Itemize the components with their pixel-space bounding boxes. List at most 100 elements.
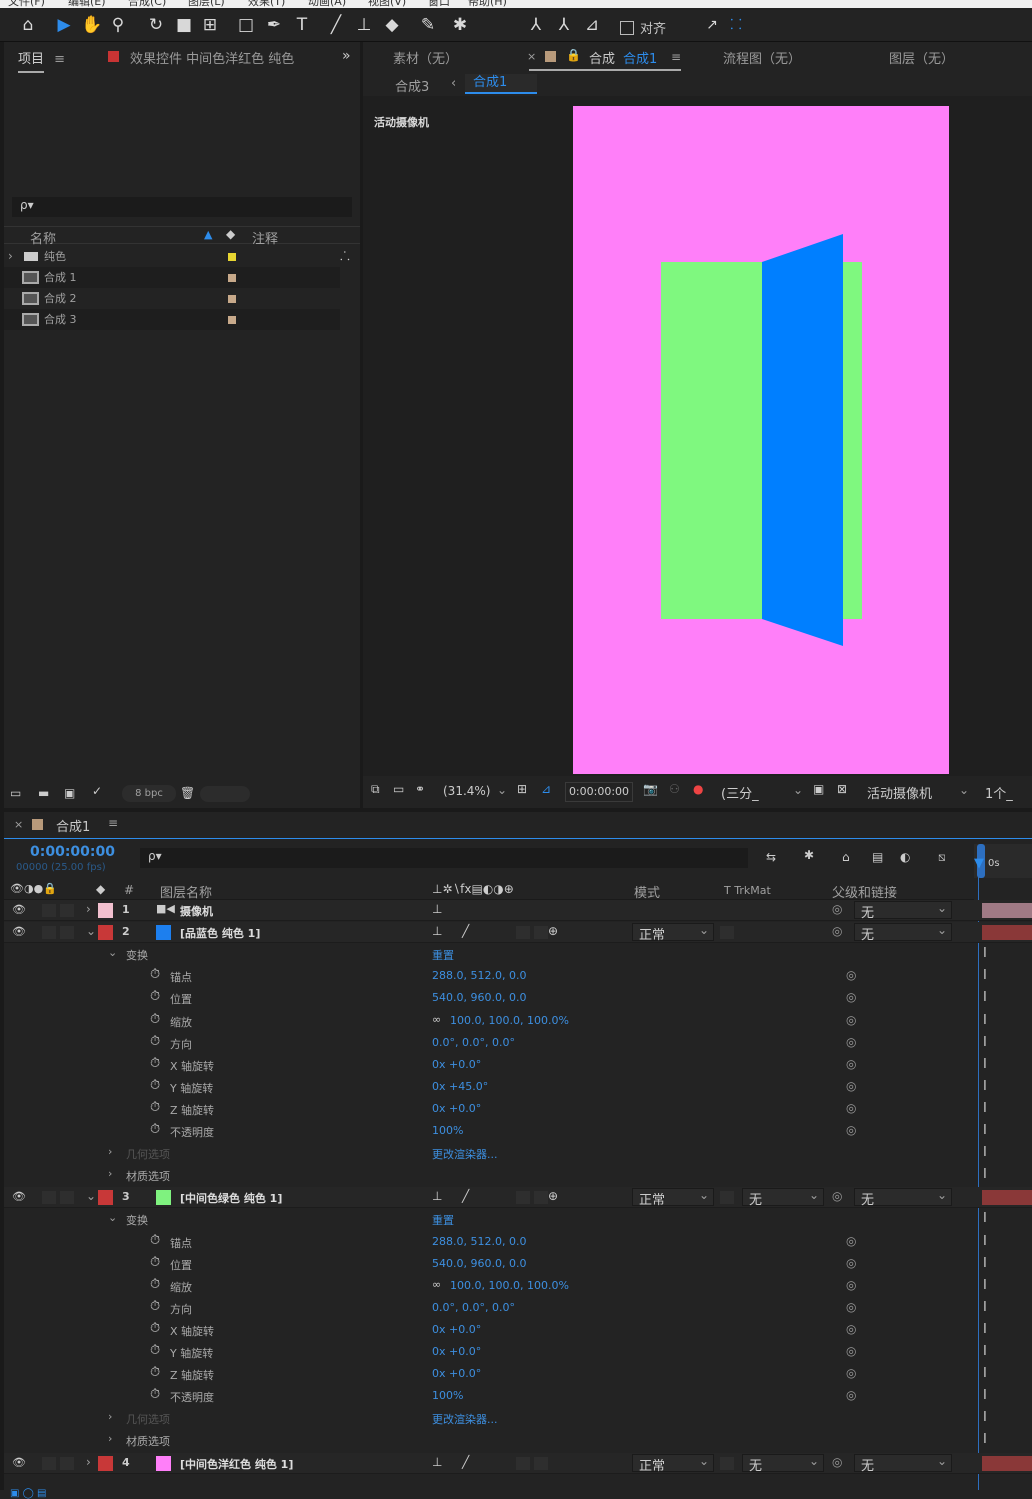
mode-select[interactable]: 正常 ⌄: [632, 923, 714, 943]
menu-item[interactable]: 编辑(E): [68, 0, 106, 8]
view-axis-icon[interactable]: ⊿: [580, 12, 604, 38]
shy-icon[interactable]: ⌂: [842, 850, 850, 864]
stopwatch-icon[interactable]: ⏱: [150, 1056, 160, 1071]
blue-solid-layer[interactable]: [573, 106, 949, 774]
motion-blur-icon[interactable]: ◐: [900, 850, 910, 864]
snap-options-icon[interactable]: ⸬: [724, 12, 748, 38]
tab-layer[interactable]: 图层（无）: [889, 48, 954, 78]
property-value[interactable]: 0.0°, 0.0°, 0.0°: [432, 1301, 515, 1314]
comp-frame[interactable]: [573, 106, 949, 774]
expression-pick-whip-icon[interactable]: ◎: [846, 1256, 856, 1270]
table-row[interactable]: 👁 › 1 ■◀ 摄像机 ⊥ ◎ 无 ⌄: [4, 900, 1032, 921]
property-value[interactable]: 540.0, 960.0, 0.0: [432, 991, 526, 1004]
lock-switch[interactable]: [60, 926, 74, 940]
parent-select[interactable]: 无 ⌄: [854, 1188, 952, 1208]
sort-arrow-icon[interactable]: ▲: [204, 228, 212, 241]
new-comp-icon[interactable]: ▣: [64, 786, 75, 800]
align-checkbox[interactable]: [620, 21, 634, 35]
stopwatch-icon[interactable]: ⏱: [150, 1255, 160, 1270]
solo-switch[interactable]: [42, 1191, 56, 1205]
menu-item[interactable]: 视图(V): [368, 0, 406, 8]
property-value[interactable]: 0.0°, 0.0°, 0.0°: [432, 1036, 515, 1049]
table-row[interactable]: ⏱ 缩放 ∞ 100.0, 100.0, 100.0% ◎: [4, 1011, 974, 1032]
stopwatch-icon[interactable]: ⏱: [150, 1277, 160, 1292]
grid-icon[interactable]: ⊠: [837, 782, 847, 796]
col-name-header[interactable]: 名称: [30, 228, 56, 247]
shy-switch-icon[interactable]: ⊥: [432, 902, 442, 916]
home-icon[interactable]: ⌂: [16, 12, 40, 38]
expression-pick-whip-icon[interactable]: ◎: [846, 1234, 856, 1248]
table-row[interactable]: ⏱ 位置 540.0, 960.0, 0.0 ◎: [4, 988, 974, 1009]
menu-icon[interactable]: ≡: [108, 816, 118, 830]
chevron-icon[interactable]: ›: [108, 1145, 112, 1158]
current-timecode[interactable]: 0:00:00:00: [30, 844, 115, 860]
flowchart-icon[interactable]: ⸫: [340, 246, 350, 267]
col-comment-header[interactable]: 注释: [252, 228, 278, 247]
table-row[interactable]: ⏱ 位置 540.0, 960.0, 0.0 ◎: [4, 1254, 974, 1275]
zoom-select[interactable]: (31.4%): [443, 784, 490, 798]
world-axis-icon[interactable]: ⅄: [552, 12, 576, 38]
chevron-down-icon[interactable]: ⌄: [793, 783, 803, 797]
property-value[interactable]: 288.0, 512.0, 0.0: [432, 1235, 526, 1248]
menu-icon[interactable]: ≡: [671, 50, 681, 64]
list-item[interactable]: 合成 3: [4, 309, 340, 330]
constrain-proportions-icon[interactable]: ∞: [432, 1278, 441, 1291]
table-row[interactable]: ⏱ Z 轴旋转 0x +0.0° ◎: [4, 1099, 974, 1120]
list-item[interactable]: 合成 2: [4, 288, 340, 309]
property-value[interactable]: 288.0, 512.0, 0.0: [432, 969, 526, 982]
solo-switch[interactable]: [42, 926, 56, 940]
stopwatch-icon[interactable]: ⏱: [150, 1122, 160, 1137]
expression-pick-whip-icon[interactable]: ◎: [846, 1344, 856, 1358]
quality-switch-icon[interactable]: ╱: [462, 1455, 469, 1469]
views-layout-select[interactable]: 1个_: [985, 783, 1013, 802]
parent-select[interactable]: 无 ⌄: [854, 1453, 952, 1474]
mode-select[interactable]: 正常 ⌄: [632, 1188, 714, 1208]
breadcrumb-parent[interactable]: 合成3: [395, 76, 429, 95]
channels-icon[interactable]: ●: [693, 782, 703, 796]
stopwatch-icon[interactable]: ⏱: [150, 1100, 160, 1115]
property-value[interactable]: 100%: [432, 1124, 463, 1137]
reset-link[interactable]: 更改渲染器...: [432, 1411, 498, 1427]
solo-switch[interactable]: [42, 904, 56, 917]
shy-switch-icon[interactable]: ⊥: [432, 1455, 442, 1469]
layer-name[interactable]: [中间色洋红色 纯色 1]: [180, 1456, 293, 1472]
preserve-transparency-switch[interactable]: [720, 1456, 734, 1470]
3d-layer-icon[interactable]: ⊕: [548, 1189, 558, 1203]
stopwatch-icon[interactable]: ⏱: [150, 1299, 160, 1314]
display-icon[interactable]: ▭: [393, 782, 404, 796]
layer-name[interactable]: [中间色绿色 纯色 1]: [180, 1190, 282, 1206]
close-icon[interactable]: ×: [14, 818, 23, 831]
reset-link[interactable]: 更改渲染器...: [432, 1146, 498, 1162]
preserve-transparency-switch[interactable]: [720, 926, 734, 940]
playhead-icon[interactable]: ▼: [974, 856, 984, 871]
property-value[interactable]: 0x +0.0°: [432, 1102, 481, 1115]
camera-tool-icon[interactable]: ■: [172, 12, 196, 38]
menu-item[interactable]: 效果(T): [248, 0, 285, 8]
table-row[interactable]: ⏱ Z 轴旋转 0x +0.0° ◎: [4, 1364, 974, 1385]
pick-whip-icon[interactable]: ◎: [832, 902, 842, 916]
motion-blur-switch[interactable]: [534, 1456, 548, 1470]
preserve-transparency-switch[interactable]: [720, 1191, 734, 1205]
motion-blur-switch[interactable]: [534, 1191, 548, 1205]
table-row[interactable]: ⏱ 锚点 288.0, 512.0, 0.0 ◎: [4, 966, 974, 987]
table-row[interactable]: ⏱ 锚点 288.0, 512.0, 0.0 ◎: [4, 1232, 974, 1253]
eye-icon[interactable]: 👁: [12, 1190, 26, 1203]
layer-label-color[interactable]: [98, 1455, 113, 1471]
stopwatch-icon[interactable]: ⏱: [150, 1365, 160, 1380]
rectangle-tool-icon[interactable]: □: [234, 12, 258, 38]
reset-link[interactable]: 重置: [432, 947, 454, 963]
project-search-input[interactable]: ρ▾: [12, 197, 352, 217]
tab-comp-label[interactable]: 合成: [589, 48, 615, 78]
table-row[interactable]: 👁 ⌄ 2 [品蓝色 纯色 1] ⊥ ╱ ⊕ 正常 ⌄ ◎ 无 ⌄: [4, 922, 1032, 944]
stopwatch-icon[interactable]: ⏱: [150, 1321, 160, 1336]
stopwatch-icon[interactable]: ⏱: [150, 1012, 160, 1027]
tab-comp-active[interactable]: 合成1: [623, 48, 657, 78]
stopwatch-icon[interactable]: ⏱: [150, 1078, 160, 1093]
effects-controls-tab[interactable]: 效果控件 中间色洋红色 纯色: [130, 48, 330, 78]
reset-link[interactable]: 重置: [432, 1212, 454, 1228]
chevron-down-icon[interactable]: ⌄: [86, 924, 96, 938]
show-snapshot-icon[interactable]: ⚇: [669, 782, 680, 796]
bpc-button[interactable]: 8 bpc: [122, 785, 176, 802]
lock-icon[interactable]: 🔒: [566, 48, 581, 62]
chevron-down-icon[interactable]: ⌄: [497, 783, 507, 797]
